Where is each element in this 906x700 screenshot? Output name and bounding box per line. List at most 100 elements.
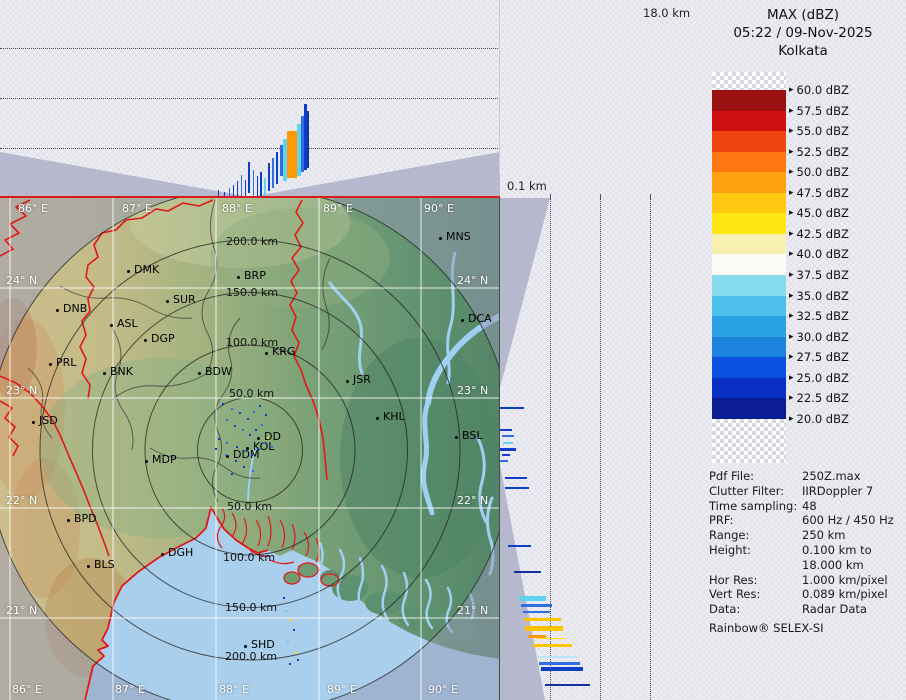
map-right-border <box>499 198 500 700</box>
legend-below-min-checker <box>712 419 786 463</box>
legend-tick: ▸35.0 dBZ <box>789 288 849 304</box>
city-dot <box>32 421 35 424</box>
map-top-border <box>0 196 500 198</box>
info-value: 0.100 km to <box>802 543 872 558</box>
info-value: 600 Hz / 450 Hz <box>802 513 894 528</box>
echo-pixel <box>247 418 249 420</box>
echo-profile-bar <box>541 667 583 671</box>
echo-pixel <box>259 405 261 407</box>
echo-side-profile-bars <box>500 198 700 700</box>
echo-profile-bar <box>237 181 238 197</box>
info-row: Vert Res:0.089 km/pixel <box>709 587 903 602</box>
info-value: 250Z.max <box>802 469 861 484</box>
echo-profile-bar <box>241 175 242 197</box>
info-row: Time sampling:48 <box>709 499 903 514</box>
range-ring-label: 200.0 km <box>226 235 278 248</box>
legend-tick-arrow-icon: ▸ <box>789 373 794 383</box>
station-name: Kolkata <box>700 42 906 60</box>
legend-tick-arrow-icon: ▸ <box>789 106 794 116</box>
longitude-label-bottom: 87° E <box>115 683 145 696</box>
echo-profile-bar <box>514 571 541 573</box>
echo-pixel <box>293 629 295 631</box>
city-label: BPD <box>74 512 97 525</box>
city-label: BRP <box>244 269 266 282</box>
info-label: Vert Res: <box>709 587 802 602</box>
latitude-label-right: 24° N <box>457 274 488 287</box>
legend-tick-label: 20.0 dBZ <box>797 412 849 426</box>
city-dot <box>67 519 70 522</box>
city-dot <box>265 352 268 355</box>
echo-pixel <box>265 414 267 416</box>
info-row: PRF:600 Hz / 450 Hz <box>709 513 903 528</box>
latitude-label-right: 21° N <box>457 604 488 617</box>
echo-pixel <box>295 652 297 654</box>
echo-pixel <box>225 454 227 456</box>
latitude-label-right: 23° N <box>457 384 488 397</box>
legend-tick: ▸55.0 dBZ <box>789 123 849 139</box>
city-label: DMK <box>134 263 159 276</box>
echo-pixel <box>297 659 299 661</box>
legend-tick-label: 57.5 dBZ <box>797 104 849 118</box>
info-row: Data:Radar Data <box>709 602 903 617</box>
echo-pixel <box>287 640 289 642</box>
legend-band <box>712 234 786 255</box>
echo-pixel <box>218 438 220 440</box>
legend-band <box>712 275 786 296</box>
info-label: Clutter Filter: <box>709 484 802 499</box>
city-label: DGH <box>168 546 193 559</box>
city-dot <box>110 324 113 327</box>
info-value: Radar Data <box>802 602 867 617</box>
city-label: BSL <box>462 429 482 442</box>
legend-band <box>712 131 786 152</box>
legend-tick-arrow-icon: ▸ <box>789 85 794 95</box>
latitude-label-left: 22° N <box>6 494 37 507</box>
info-value: 0.089 km/pixel <box>802 587 888 602</box>
echo-pixel <box>285 610 287 612</box>
info-label: Range: <box>709 528 802 543</box>
legend-tick-arrow-icon: ▸ <box>789 208 794 218</box>
city-label: JSD <box>39 414 58 427</box>
longitude-label-bottom: 89° E <box>327 683 357 696</box>
software-credit: Rainbow® SELEX-SI <box>709 621 903 635</box>
legend-tick: ▸25.0 dBZ <box>789 370 849 386</box>
city-dot <box>161 553 164 556</box>
legend-tick: ▸37.5 dBZ <box>789 267 849 283</box>
legend-tick-label: 27.5 dBZ <box>797 350 849 364</box>
longitude-label-top: 87° E <box>122 202 152 215</box>
legend-band <box>712 357 786 378</box>
legend-band <box>712 316 786 337</box>
legend-tick: ▸47.5 dBZ <box>789 185 849 201</box>
legend-tick-arrow-icon: ▸ <box>789 393 794 403</box>
info-label: Height: <box>709 543 802 558</box>
city-dot <box>56 309 59 312</box>
legend-tick-label: 60.0 dBZ <box>797 83 849 97</box>
legend-tick-label: 32.5 dBZ <box>797 309 849 323</box>
echo-pixel <box>261 424 263 426</box>
city-label: DCA <box>468 312 492 325</box>
range-ring-label: 150.0 km <box>225 601 277 614</box>
longitude-label-top: 90° E <box>424 202 454 215</box>
city-dot <box>49 363 52 366</box>
echo-profile-bar <box>521 604 552 607</box>
legend-tick-label: 30.0 dBZ <box>797 330 849 344</box>
city-dot <box>376 417 379 420</box>
info-label: Hor Res: <box>709 573 802 588</box>
echo-pixel <box>231 408 233 410</box>
info-value: 48 <box>802 499 817 514</box>
echo-pixel <box>231 473 233 475</box>
city-dot <box>87 565 90 568</box>
legend-tick: ▸32.5 dBZ <box>789 308 849 324</box>
info-label: Time sampling: <box>709 499 802 514</box>
echo-pixel <box>283 597 285 599</box>
legend-tick: ▸22.5 dBZ <box>789 390 849 406</box>
city-label: DNB <box>63 302 87 315</box>
legend-tick-label: 55.0 dBZ <box>797 124 849 138</box>
echo-profile-bar <box>276 152 278 184</box>
echo-profile-bar <box>248 162 250 193</box>
echo-profile-bar <box>287 131 297 178</box>
city-label: BDW <box>205 365 232 378</box>
legend-tick: ▸60.0 dBZ <box>789 82 849 98</box>
info-row: Height:0.100 km to <box>709 543 903 558</box>
info-row: Range:250 km <box>709 528 903 543</box>
reflectivity-scale-ticks: ▸60.0 dBZ▸57.5 dBZ▸55.0 dBZ▸52.5 dBZ▸50.… <box>789 72 899 464</box>
